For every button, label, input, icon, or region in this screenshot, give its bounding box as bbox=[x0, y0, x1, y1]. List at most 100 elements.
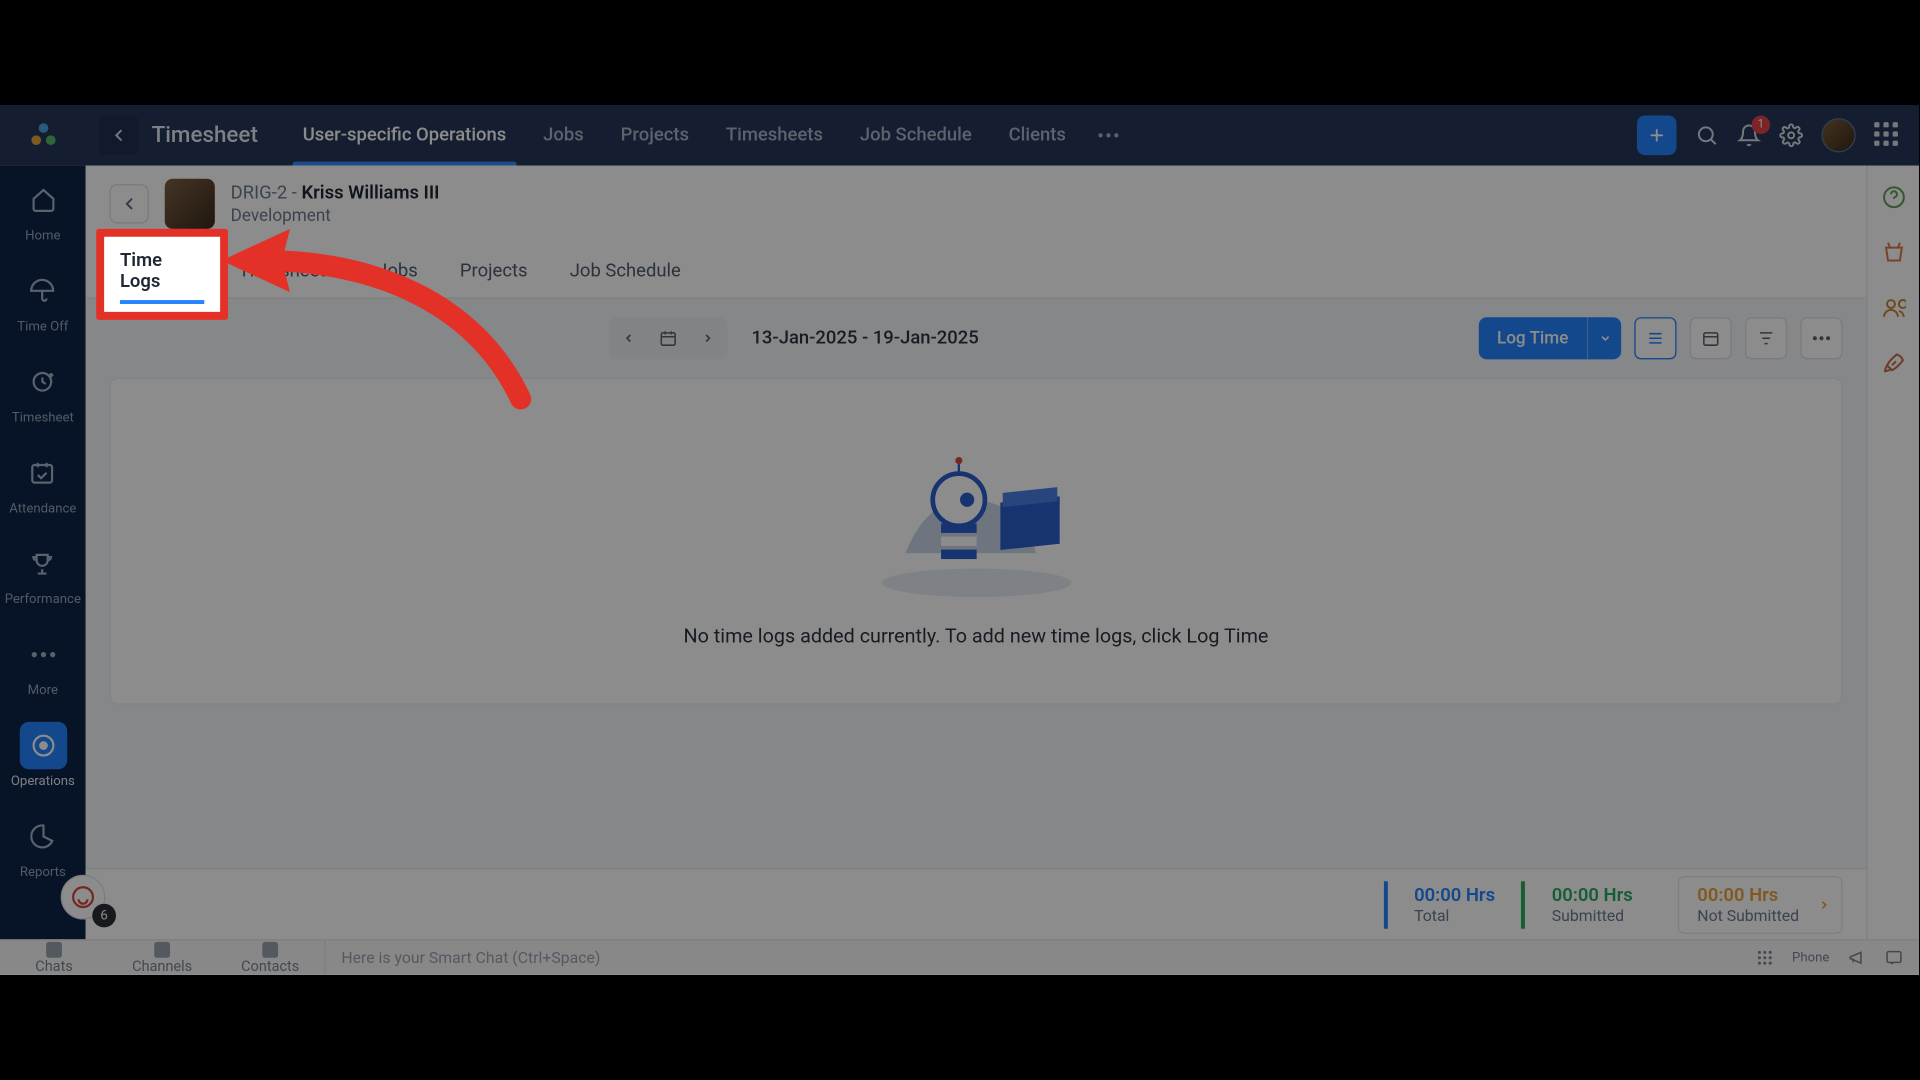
tab-job-schedule[interactable]: Job Schedule bbox=[841, 105, 990, 166]
total-hours: 00:00 Hrs bbox=[1414, 885, 1495, 906]
settings-button[interactable] bbox=[1779, 123, 1803, 147]
not-submitted-label: Not Submitted bbox=[1697, 906, 1799, 924]
user-avatar[interactable] bbox=[1821, 118, 1855, 152]
tab-jobs[interactable]: Jobs bbox=[525, 105, 602, 166]
headset-icon bbox=[70, 884, 96, 910]
user-name: Kriss Williams III bbox=[301, 182, 439, 203]
sidebar-label: Timesheet bbox=[12, 411, 74, 425]
date-picker[interactable] bbox=[649, 329, 689, 347]
tab-projects[interactable]: Projects bbox=[602, 105, 707, 166]
user-back-button[interactable] bbox=[109, 184, 149, 224]
sidebar-item-timesheet[interactable]: Timesheet bbox=[12, 358, 74, 425]
summary-bar: 00:00 Hrs Total 00:00 Hrs Submitted 00:0… bbox=[86, 868, 1867, 939]
search-button[interactable] bbox=[1695, 123, 1719, 147]
help-icon bbox=[1881, 185, 1905, 209]
tab-more[interactable] bbox=[1084, 105, 1131, 166]
arrow-annotation bbox=[198, 221, 541, 419]
date-nav bbox=[609, 317, 728, 359]
sidebar-item-more[interactable]: More bbox=[19, 631, 66, 698]
phone-label[interactable]: Phone bbox=[1792, 950, 1829, 964]
sidebar-label: Reports bbox=[20, 865, 66, 879]
sidebar-item-timeoff[interactable]: Time Off bbox=[17, 267, 68, 334]
tab-user-specific-operations[interactable]: User-specific Operations bbox=[284, 105, 524, 166]
umbrella-icon bbox=[30, 278, 56, 304]
clock-plus-icon bbox=[30, 369, 56, 395]
trophy-icon bbox=[30, 550, 56, 576]
top-nav: Timesheet User-specific Operations Jobs … bbox=[0, 105, 1919, 166]
filter-button[interactable] bbox=[1745, 317, 1787, 359]
rocket-button[interactable] bbox=[1880, 350, 1906, 376]
channels-icon bbox=[154, 941, 170, 957]
module-switcher[interactable]: Timesheet bbox=[86, 116, 271, 156]
smart-chat-input[interactable]: Here is your Smart Chat (Ctrl+Space) bbox=[324, 941, 1739, 975]
empty-state: No time logs added currently. To add new… bbox=[109, 378, 1842, 705]
sidebar-label: Performance bbox=[5, 593, 81, 607]
rocket-icon bbox=[1881, 351, 1905, 375]
home-icon bbox=[30, 187, 56, 213]
highlight-label: Time Logs bbox=[120, 250, 204, 292]
tab-clients[interactable]: Clients bbox=[990, 105, 1084, 166]
bottom-tab-contacts[interactable]: Contacts bbox=[216, 941, 324, 974]
bag-button[interactable] bbox=[1880, 239, 1906, 265]
date-next[interactable] bbox=[688, 332, 728, 345]
sidebar-label: Operations bbox=[11, 775, 75, 789]
sidebar-label: More bbox=[28, 684, 58, 698]
megaphone-icon[interactable] bbox=[1848, 949, 1866, 967]
chevron-right-icon bbox=[701, 332, 714, 345]
bottom-tab-label: Chats bbox=[35, 957, 73, 974]
zoho-people-icon bbox=[28, 121, 57, 150]
arrow-left-icon bbox=[120, 195, 138, 213]
plus-icon bbox=[1648, 126, 1666, 144]
chat-icon[interactable] bbox=[1885, 949, 1903, 967]
log-time-dropdown[interactable] bbox=[1587, 317, 1621, 359]
bottom-tab-label: Channels bbox=[132, 957, 192, 974]
chat-float[interactable]: 6 bbox=[61, 875, 106, 920]
sidebar-item-reports[interactable]: Reports bbox=[19, 813, 66, 880]
view-list-button[interactable] bbox=[1634, 317, 1676, 359]
dialpad-icon[interactable] bbox=[1755, 949, 1773, 967]
add-button[interactable] bbox=[1637, 116, 1677, 156]
left-sidebar: Home Time Off Timesheet Attendance Perfo… bbox=[0, 166, 86, 940]
summary-not-submitted[interactable]: 00:00 Hrs Not Submitted bbox=[1678, 875, 1843, 933]
sidebar-item-home[interactable]: Home bbox=[19, 176, 66, 243]
empty-message: No time logs added currently. To add new… bbox=[684, 624, 1269, 648]
bottom-tab-channels[interactable]: Channels bbox=[108, 941, 216, 974]
help-button[interactable] bbox=[1880, 184, 1906, 210]
list-icon bbox=[1646, 329, 1664, 347]
people-button[interactable] bbox=[1880, 295, 1906, 321]
user-title: DRIG-2 - Kriss Williams III bbox=[231, 182, 440, 203]
bag-icon bbox=[1881, 241, 1905, 265]
view-calendar-button[interactable] bbox=[1690, 317, 1732, 359]
brand-logo[interactable] bbox=[0, 105, 86, 166]
subtab-job-schedule[interactable]: Job Schedule bbox=[570, 247, 681, 297]
sidebar-item-performance[interactable]: Performance bbox=[5, 540, 81, 607]
more-actions-button[interactable] bbox=[1800, 317, 1842, 359]
notifications-button[interactable]: 1 bbox=[1737, 123, 1761, 147]
sidebar-label: Home bbox=[25, 229, 60, 243]
right-rail bbox=[1866, 166, 1919, 940]
summary-total: 00:00 Hrs Total bbox=[1384, 881, 1522, 928]
people-icon bbox=[1881, 296, 1905, 320]
sidebar-item-attendance[interactable]: Attendance bbox=[9, 449, 76, 516]
back-icon[interactable] bbox=[99, 116, 139, 156]
pie-icon bbox=[30, 823, 56, 849]
apps-launcher[interactable] bbox=[1874, 122, 1900, 148]
date-prev[interactable] bbox=[609, 332, 649, 345]
calendar-check-icon bbox=[30, 460, 56, 486]
bottom-tab-chats[interactable]: Chats bbox=[0, 941, 108, 974]
bottom-tab-label: Contacts bbox=[241, 957, 299, 974]
log-time-label: Log Time bbox=[1478, 328, 1586, 348]
sidebar-label: Attendance bbox=[9, 502, 76, 516]
chevron-left-icon bbox=[622, 332, 635, 345]
tab-timesheets[interactable]: Timesheets bbox=[707, 105, 841, 166]
not-submitted-hours: 00:00 Hrs bbox=[1697, 885, 1799, 906]
gear-icon bbox=[1779, 123, 1803, 147]
operations-icon bbox=[30, 732, 56, 758]
sidebar-item-operations[interactable]: Operations bbox=[11, 722, 75, 789]
summary-submitted: 00:00 Hrs Submitted bbox=[1521, 881, 1659, 928]
log-time-button[interactable]: Log Time bbox=[1478, 317, 1621, 359]
chevron-right-icon bbox=[1818, 898, 1831, 911]
bottom-bar: Chats Channels Contacts Here is your Sma… bbox=[0, 939, 1919, 975]
bottom-right-icons: Phone bbox=[1739, 949, 1919, 967]
chats-icon bbox=[46, 941, 62, 957]
